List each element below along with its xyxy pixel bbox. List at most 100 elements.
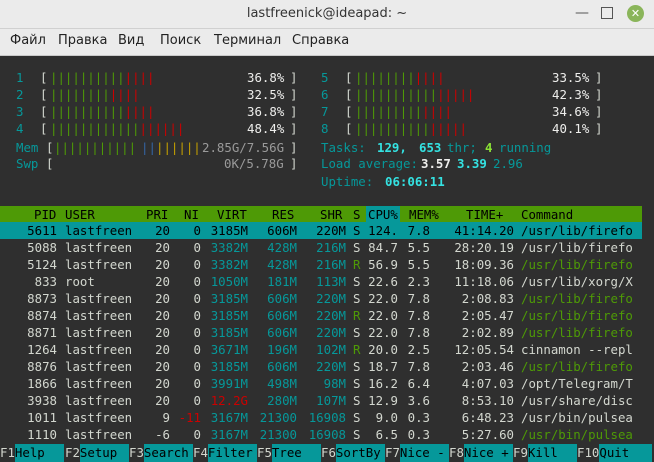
- table-row[interactable]: 3938 lastfreen 20 0 12.2G 280M 107M S 12.9 3.6 8:5…: [0, 393, 642, 409]
- col-mem[interactable]: MEM%: [409, 206, 439, 223]
- cpu-bar-7: |||||||||||||: [355, 104, 452, 119]
- table-row-selected[interactable]: 5611 lastfreen 20 0 3185M 606M 220M S 124. 7.8 41:…: [0, 223, 642, 239]
- cell-time: 2:02.89: [461, 325, 514, 340]
- table-row[interactable]: 1866 lastfreen 20 0 3991M 498M 98M S 16.2 6.4 4:07…: [0, 376, 642, 392]
- cell-user: lastfreen: [65, 359, 133, 374]
- cell-cmd: /usr/lib/firefo: [521, 291, 633, 306]
- cell-ni: 0: [193, 274, 201, 289]
- cell-user: lastfreen: [65, 342, 133, 357]
- table-row[interactable]: 8871 lastfreen 20 0 3185M 606M 220M S 22.0 7.8 2:0…: [0, 325, 642, 341]
- fkey-f7[interactable]: F7Nice -: [385, 444, 449, 462]
- menu-bar: Файл Правка Вид Поиск Терминал Справка: [0, 29, 654, 56]
- menu-file[interactable]: Файл: [10, 33, 46, 48]
- cell-res: 21300: [259, 410, 297, 425]
- cell-time: 6:48.23: [461, 410, 514, 425]
- cell-mem: 2.3: [407, 274, 430, 289]
- maximize-icon[interactable]: [601, 7, 613, 19]
- fkey-f5[interactable]: F5Tree: [257, 444, 321, 462]
- cell-pid: 8871: [27, 325, 57, 340]
- fkey-f2[interactable]: F2Setup: [65, 444, 129, 462]
- cell-cmd: /usr/lib/firefo: [521, 257, 633, 272]
- cpu-bar-6: ||||||||||||||||: [355, 87, 475, 102]
- cell-ni: 0: [193, 376, 201, 391]
- fkey-f9[interactable]: F9Kill: [513, 444, 577, 462]
- cell-ni: 0: [193, 308, 201, 323]
- cell-s: S: [353, 376, 361, 391]
- fkey-f6[interactable]: F6SortBy: [321, 444, 385, 462]
- table-row[interactable]: 8873 lastfreen 20 0 3185M 606M 220M S 22.0 7.8 2:0…: [0, 291, 642, 307]
- cell-pid: 833: [34, 274, 57, 289]
- col-cpu-sorted[interactable]: CPU%: [366, 206, 400, 223]
- cell-time: 8:53.10: [461, 393, 514, 408]
- cell-mem: 7.8: [407, 291, 430, 306]
- cell-user: root: [65, 274, 95, 289]
- cell-mem: 0.3: [407, 427, 430, 442]
- menu-edit[interactable]: Правка: [58, 33, 107, 48]
- cell-time: 5:27.60: [461, 427, 514, 442]
- cell-shr: 220M: [316, 291, 346, 306]
- close-icon[interactable]: ✕: [627, 5, 644, 22]
- cell-s: S: [353, 240, 361, 255]
- cell-user: lastfreen: [65, 376, 133, 391]
- menu-search[interactable]: Поиск: [160, 33, 201, 48]
- table-row[interactable]: 1264 lastfreen 20 0 3671M 196M 102M R 20.0 2.5 12:…: [0, 342, 642, 358]
- table-row[interactable]: 5124 lastfreen 20 0 3382M 428M 216M R 56.9 5.5 18:…: [0, 257, 642, 273]
- col-pri[interactable]: PRI: [146, 206, 168, 223]
- table-row[interactable]: 833 root 20 0 1050M 181M 113M S 22.6 2.3 11:18.06 /…: [0, 274, 642, 290]
- col-command[interactable]: Command: [521, 206, 573, 223]
- col-shr[interactable]: SHR: [320, 206, 342, 223]
- title-bar: lastfreenick@ideapad: ~ — ✕: [0, 0, 654, 29]
- swap-meter: Swp [ 0K/5.78G ]: [16, 156, 298, 171]
- cell-pri: 20: [155, 308, 170, 323]
- table-row[interactable]: 1011 lastfreen 9 -11 3167M 21300 16908 S 9.0 0.3 6…: [0, 410, 642, 426]
- table-row[interactable]: 8874 lastfreen 20 0 3185M 606M 220M R 22.0 7.8 2:0…: [0, 308, 642, 324]
- cell-cmd: /usr/lib/firefo: [521, 240, 633, 255]
- table-row[interactable]: 5088 lastfreen 20 0 3382M 428M 216M S 84.7 5.5 28:…: [0, 240, 642, 256]
- col-res[interactable]: RES: [272, 206, 294, 223]
- cell-virt: 3185M: [210, 325, 248, 340]
- fkey-f8[interactable]: F8Nice +: [449, 444, 513, 462]
- cell-virt: 3382M: [210, 257, 248, 272]
- col-time[interactable]: TIME+: [466, 206, 503, 223]
- col-pid[interactable]: PID: [34, 206, 56, 223]
- scrollbar[interactable]: [642, 56, 654, 462]
- fkey-f10[interactable]: F10Quit: [577, 444, 653, 462]
- menu-view[interactable]: Вид: [118, 33, 144, 48]
- col-state[interactable]: S: [353, 206, 360, 223]
- cell-cpu: 22.6: [368, 274, 398, 289]
- fkey-f3[interactable]: F3Search: [129, 444, 193, 462]
- cell-res: 498M: [267, 376, 297, 391]
- cell-pri: -6: [155, 427, 170, 442]
- process-table-header[interactable]: PID USER PRI NI VIRT RES SHR S CPU% MEM%…: [0, 206, 642, 223]
- cell-virt: 1050M: [210, 274, 248, 289]
- cell-user: lastfreen: [65, 325, 133, 340]
- cell-pid: 1866: [27, 376, 57, 391]
- col-virt[interactable]: VIRT: [217, 206, 247, 223]
- cell-res: 606M: [267, 359, 297, 374]
- minimize-icon[interactable]: —: [574, 6, 590, 22]
- cell-virt: 3185M: [210, 291, 248, 306]
- fkey-f1[interactable]: F1Help: [0, 444, 64, 462]
- cell-ni: 0: [193, 240, 201, 255]
- cell-res: 196M: [267, 342, 297, 357]
- menu-help[interactable]: Справка: [292, 33, 349, 48]
- cell-pri: 20: [155, 359, 170, 374]
- col-ni[interactable]: NI: [184, 206, 199, 223]
- cell-res: 606M: [267, 325, 297, 340]
- fkey-f4[interactable]: F4Filter: [193, 444, 257, 462]
- cell-s: S: [353, 410, 361, 425]
- cell-pid: 1110: [27, 427, 57, 442]
- cell-shr: 16908: [308, 410, 346, 425]
- cell-ni: 0: [193, 325, 201, 340]
- cell-shr: 216M: [316, 257, 346, 272]
- cell-res: 606M: [267, 291, 297, 306]
- cell-s: S: [353, 223, 361, 238]
- cell-ni: 0: [193, 342, 201, 357]
- table-row[interactable]: 1110 lastfreen -6 0 3167M 21300 16908 S 6.5 0.3 5:…: [0, 427, 642, 443]
- cell-cpu: 22.0: [368, 308, 398, 323]
- col-user[interactable]: USER: [65, 206, 95, 223]
- menu-terminal[interactable]: Терминал: [214, 33, 281, 48]
- cell-pri: 20: [155, 223, 170, 238]
- table-row[interactable]: 8876 lastfreen 20 0 3185M 606M 220M S 18.7 7.8 2:0…: [0, 359, 642, 375]
- cell-pid: 8876: [27, 359, 57, 374]
